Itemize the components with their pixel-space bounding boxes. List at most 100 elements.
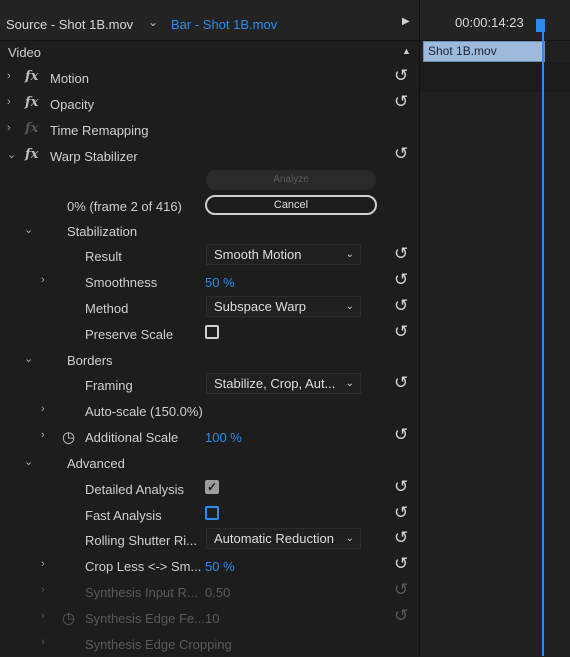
reset-icon[interactable]: ↺ [394, 93, 408, 111]
param-auto-scale: › Auto-scale (150.0%) [0, 398, 419, 424]
cancel-button[interactable]: Cancel [205, 195, 377, 215]
param-label: Rolling Shutter Ri... [85, 533, 197, 548]
param-label: Smoothness [85, 275, 158, 290]
reset-icon[interactable]: ↺ [394, 504, 408, 522]
panel-divider[interactable] [419, 0, 420, 656]
fx-icon[interactable]: fx [25, 69, 38, 84]
reset-icon[interactable]: ↺ [394, 297, 408, 315]
timeline-track-band [420, 62, 570, 92]
chevron-right-icon[interactable]: › [41, 429, 45, 441]
effect-row-motion[interactable]: › fx Motion ↺ [0, 65, 419, 91]
dropdown-value: Subspace Warp [214, 299, 307, 314]
effect-label: Motion [50, 71, 90, 86]
param-label: Crop Less <-> Sm... [85, 559, 202, 574]
reset-icon[interactable]: ↺ [394, 245, 408, 263]
reset-icon[interactable]: ↺ [394, 67, 408, 85]
crop-less-value[interactable]: 50 % [205, 559, 235, 574]
param-label: Synthesis Edge Cropping [85, 637, 232, 652]
param-framing: Framing Stabilize, Crop, Aut... ⌄ ↺ [0, 372, 419, 398]
param-label: Synthesis Edge Fe... [85, 611, 205, 626]
effect-label: Warp Stabilizer [50, 149, 138, 164]
group-borders[interactable]: ⌄ Borders [0, 347, 419, 373]
panel-header: Source - Shot 1B.mov ⌄ Bar - Shot 1B.mov… [0, 0, 570, 41]
analyze-button[interactable]: Analyze [206, 170, 376, 190]
chevron-down-icon: ⌄ [345, 378, 354, 389]
effect-row-warp-stabilizer[interactable]: ⌄ fx Warp Stabilizer ↺ [0, 143, 419, 169]
reset-icon[interactable]: ↺ [394, 145, 408, 163]
chevron-down-icon[interactable]: ⌄ [24, 352, 33, 365]
stopwatch-icon[interactable]: ◷ [62, 428, 75, 446]
chevron-right-icon: › [41, 636, 45, 648]
param-method: Method Subspace Warp ⌄ ↺ [0, 295, 419, 321]
group-label: Stabilization [67, 224, 138, 239]
group-stabilization[interactable]: ⌄ Stabilization [0, 218, 419, 244]
play-arrow-icon[interactable]: ▶ [402, 16, 410, 27]
synthesis-edge-feather-value: 10 [205, 611, 220, 626]
chevron-down-icon[interactable]: ⌄ [24, 223, 33, 236]
group-advanced[interactable]: ⌄ Advanced [0, 450, 419, 476]
reset-icon[interactable]: ↺ [394, 374, 408, 392]
chevron-right-icon[interactable]: › [7, 122, 11, 134]
collapse-triangle-icon[interactable]: ▲ [402, 46, 411, 56]
chevron-down-icon: ⌄ [345, 533, 354, 544]
fx-icon[interactable]: fx [25, 95, 38, 110]
detailed-analysis-checkbox[interactable]: ✓ [205, 480, 219, 494]
effect-label: Time Remapping [50, 123, 149, 138]
chevron-right-icon[interactable]: › [41, 274, 45, 286]
param-label: Additional Scale [85, 430, 179, 445]
group-label: Advanced [67, 456, 125, 471]
fx-icon[interactable]: fx [25, 147, 38, 162]
method-dropdown[interactable]: Subspace Warp ⌄ [206, 296, 361, 317]
reset-icon[interactable]: ↺ [394, 478, 408, 496]
effect-row-time-remapping[interactable]: › fx Time Remapping [0, 117, 419, 143]
chevron-down-icon[interactable]: ⌄ [148, 15, 158, 29]
dropdown-value: Automatic Reduction [214, 531, 334, 546]
playhead-line[interactable] [542, 24, 544, 656]
dropdown-value: Stabilize, Crop, Aut... [214, 376, 336, 391]
effect-row-opacity[interactable]: › fx Opacity ↺ [0, 91, 419, 117]
param-synthesis-edge-feather: › ◷ Synthesis Edge Fe... 10 ↺ [0, 605, 419, 631]
timeline-clip[interactable]: Shot 1B.mov [423, 41, 545, 62]
result-dropdown[interactable]: Smooth Motion ⌄ [206, 244, 361, 265]
chevron-right-icon[interactable]: › [41, 403, 45, 415]
chevron-down-icon: ⌄ [345, 301, 354, 312]
reset-icon: ↺ [394, 606, 409, 625]
additional-scale-value[interactable]: 100 % [205, 430, 242, 445]
reset-icon[interactable]: ↺ [394, 271, 408, 289]
param-fast-analysis: Fast Analysis ↺ [0, 502, 419, 528]
param-detailed-analysis: Detailed Analysis ✓ ↺ [0, 476, 419, 502]
effect-label: Opacity [50, 97, 95, 112]
reset-icon[interactable]: ↺ [394, 426, 408, 444]
reset-icon: ↺ [394, 580, 409, 599]
mini-timeline[interactable] [420, 41, 570, 656]
video-section-title: Video [8, 45, 42, 60]
analysis-progress: 0% (frame 2 of 416) [67, 199, 182, 214]
smoothness-value[interactable]: 50 % [205, 275, 235, 290]
preserve-scale-checkbox[interactable] [205, 325, 219, 339]
chevron-right-icon[interactable]: › [7, 96, 11, 108]
param-label: Framing [85, 378, 133, 393]
framing-dropdown[interactable]: Stabilize, Crop, Aut... ⌄ [206, 373, 361, 394]
reset-icon[interactable]: ↺ [394, 323, 408, 341]
chevron-down-icon: ⌄ [345, 249, 354, 260]
chevron-down-icon[interactable]: ⌄ [24, 455, 33, 468]
fast-analysis-checkbox[interactable] [205, 506, 219, 520]
reset-icon[interactable]: ↺ [394, 529, 408, 547]
param-synthesis-input: › Synthesis Input R... 0.50 ↺ [0, 579, 419, 605]
param-label: Result [85, 249, 122, 264]
chevron-right-icon[interactable]: › [7, 70, 11, 82]
stopwatch-icon: ◷ [62, 610, 76, 627]
source-tab[interactable]: Source - Shot 1B.mov [6, 17, 133, 32]
chevron-right-icon: › [41, 584, 45, 596]
param-label: Preserve Scale [85, 327, 174, 342]
group-label: Borders [67, 353, 113, 368]
timecode[interactable]: 00:00:14:23 [455, 15, 524, 30]
param-crop-less: › Crop Less <-> Sm... 50 % ↺ [0, 553, 419, 579]
chevron-right-icon[interactable]: › [41, 558, 45, 570]
reset-icon[interactable]: ↺ [394, 555, 408, 573]
param-additional-scale: › ◷ Additional Scale 100 % ↺ [0, 424, 419, 450]
param-result: Result Smooth Motion ⌄ ↺ [0, 243, 419, 269]
rolling-shutter-dropdown[interactable]: Automatic Reduction ⌄ [206, 528, 361, 549]
chevron-down-icon[interactable]: ⌄ [7, 148, 16, 161]
active-clip-tab[interactable]: Bar - Shot 1B.mov [171, 17, 277, 32]
